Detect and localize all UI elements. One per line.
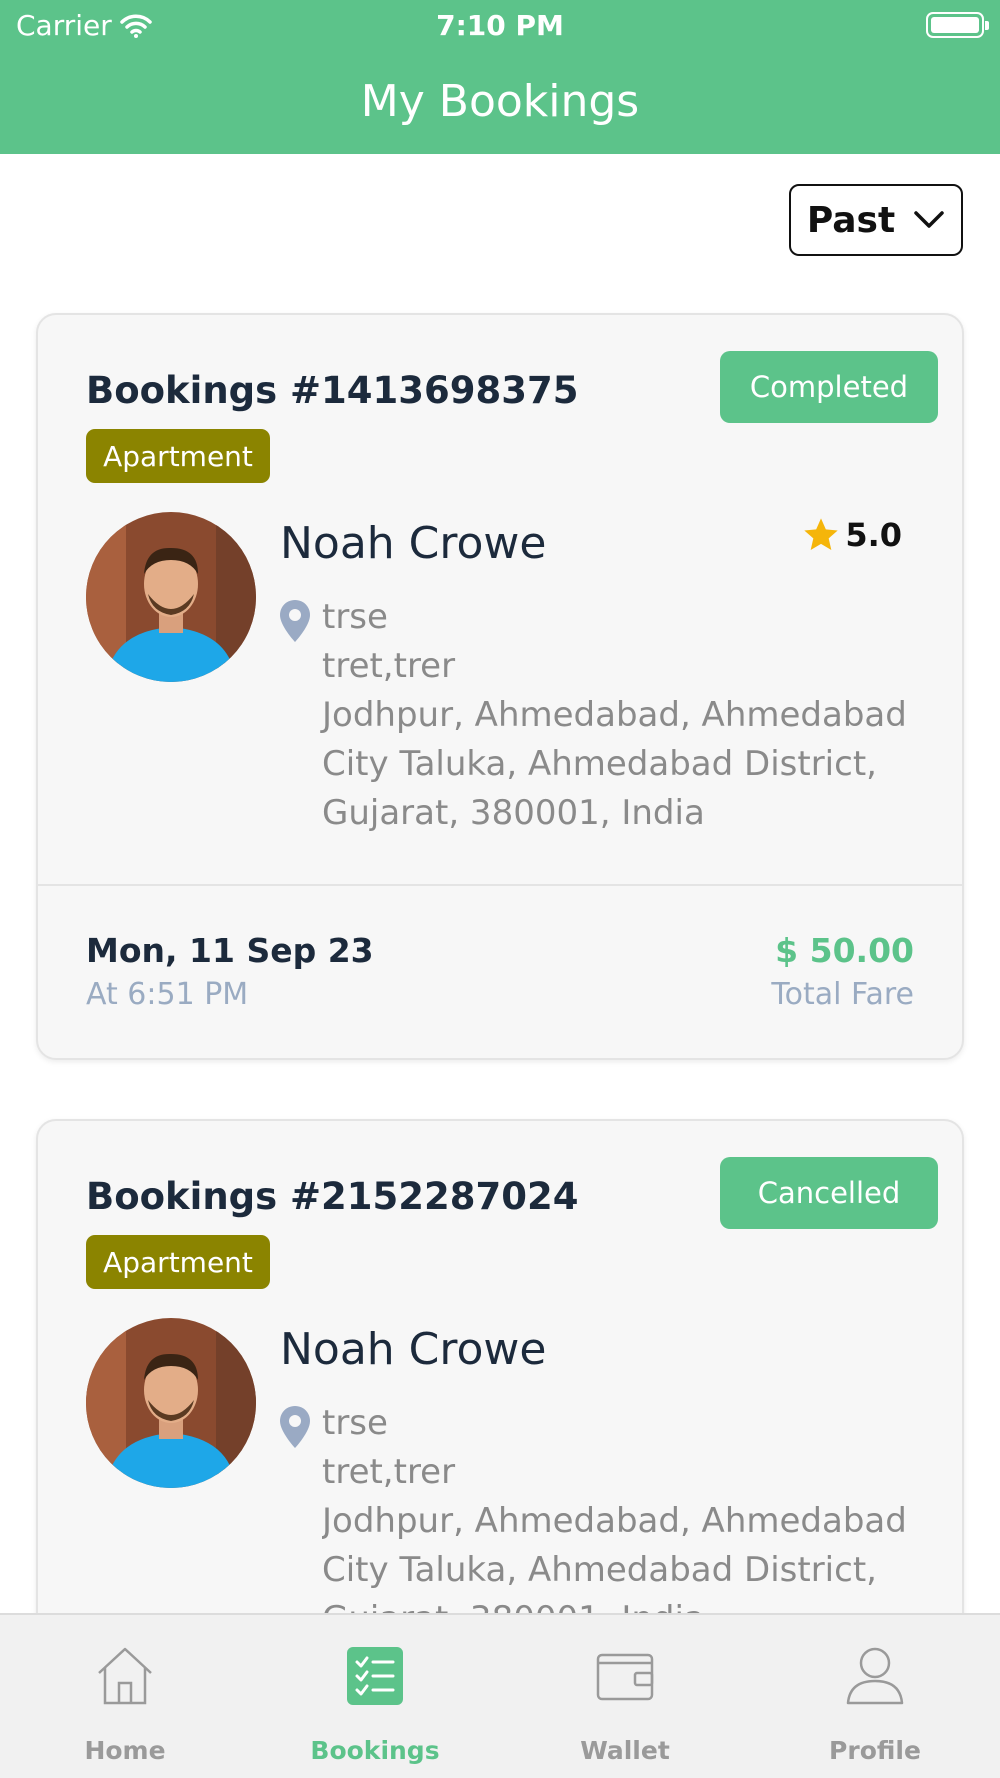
status-bar: Carrier 7:10 PM [0,0,1000,50]
booking-number: Bookings #2152287024 [86,1175,579,1218]
rating-value: 5.0 [845,516,902,554]
location-pin-icon [280,600,310,642]
tab-bookings[interactable]: Bookings [250,1615,500,1778]
booking-date: Mon, 11 Sep 23 [86,931,374,970]
address-line: tret,trer [322,1452,456,1492]
total-fare-amount: $ 50.00 [775,931,914,970]
filter-selected-value: Past [806,199,896,241]
service-type-badge: Apartment [86,429,270,483]
provider-name: Noah Crowe [280,1324,547,1375]
tab-label: Profile [829,1736,921,1765]
booking-card[interactable]: Bookings #1413698375 Completed Apartment… [36,313,964,1060]
tab-label: Home [84,1736,166,1765]
address-line: trse [322,597,388,637]
provider-avatar [86,1318,256,1488]
address-line: Jodhpur, Ahmedabad, Ahmedabad City Taluk… [322,695,907,833]
tab-home[interactable]: Home [0,1615,250,1778]
address-line: trse [322,1403,388,1443]
home-icon [98,1647,152,1705]
tab-label: Bookings [310,1736,440,1765]
booking-number: Bookings #1413698375 [86,369,579,412]
app-header: Carrier 7:10 PM My Bookings [0,0,1000,154]
tab-profile[interactable]: Profile [750,1615,1000,1778]
service-type-badge: Apartment [86,1235,270,1289]
star-icon [804,518,838,550]
battery-icon [926,12,989,38]
status-badge: Completed [720,351,938,423]
status-badge: Cancelled [720,1157,938,1229]
booking-time: At 6:51 PM [86,977,249,1012]
chevron-down-icon [914,211,944,228]
page-title: My Bookings [360,76,640,127]
wallet-icon [596,1653,654,1701]
service-address: trse tret,trer Jodhpur, Ahmedabad, Ahmed… [322,593,932,838]
tab-label: Wallet [580,1736,670,1765]
profile-icon [846,1647,904,1705]
provider-name: Noah Crowe [280,518,547,569]
tab-wallet[interactable]: Wallet [500,1615,750,1778]
bottom-tab-bar: Home Bookings Wallet Profile [0,1613,1000,1778]
provider-avatar [86,512,256,682]
total-fare-label: Total Fare [771,977,914,1012]
status-time: 7:10 PM [436,9,564,42]
rating: 5.0 [801,515,902,555]
location-pin-icon [280,1406,310,1448]
booking-filter-dropdown[interactable]: Past [789,184,963,256]
card-divider [38,884,962,886]
service-address: trse tret,trer Jodhpur, Ahmedabad, Ahmed… [322,1399,932,1634]
bookings-icon [347,1647,403,1705]
address-line: tret,trer [322,646,456,686]
